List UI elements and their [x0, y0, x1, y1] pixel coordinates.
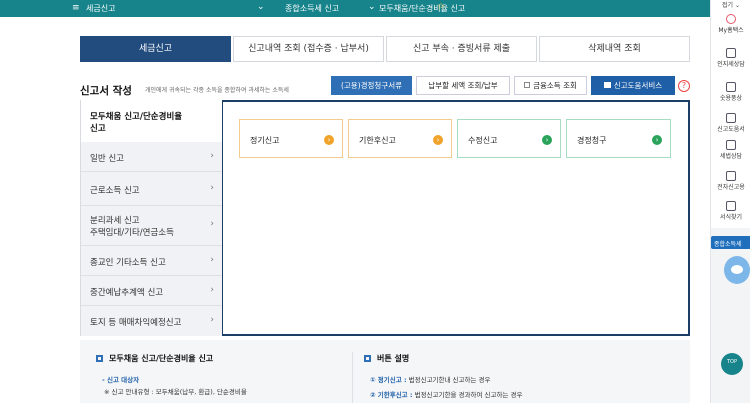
chevron-right-icon: ›: [210, 219, 214, 229]
info-right-title: 버튼 설명: [364, 353, 409, 364]
quick-menu-panel: 접기 ⌄ My홈택스 인지세상담 숫용풍상 신고도움서 세법상담 전자신고용 서…: [711, 0, 750, 228]
breadcrumb-tax-filing[interactable]: 세금신고: [86, 3, 115, 14]
info-right-line-2: ② 기한후신고 : 법정신고기한을 경과하여 신고하는 경우: [370, 391, 523, 399]
quick-item-2[interactable]: 인지세상담: [711, 48, 750, 68]
scroll-top-button[interactable]: TOP: [721, 353, 743, 375]
document-icon: [726, 48, 736, 58]
menu-icon[interactable]: ≡: [72, 3, 80, 13]
filing-type-menu: 모두채움 신고/단순경비율 신고 일반 신고 › 근로소득 신고 › 분리과세 신고…: [80, 100, 224, 336]
quick-item-7[interactable]: 서식찾기: [711, 201, 750, 221]
section-title: 신고서 작성: [80, 85, 132, 97]
income-tax-shortcut-button[interactable]: 종합소득세: [711, 236, 750, 249]
quick-my-hometax[interactable]: My홈택스: [711, 14, 750, 34]
breadcrumb-current-page: 모두채움/단순경비율 신고: [379, 4, 466, 13]
help-icon[interactable]: ?: [678, 80, 690, 92]
chevron-right-icon: ›: [210, 151, 214, 161]
favorite-star-icon[interactable]: ☆: [437, 2, 445, 12]
arrow-right-icon: ›: [433, 135, 443, 145]
play-icon: [726, 171, 736, 181]
financial-income-inquiry-button[interactable]: 금융소득 조회: [514, 76, 587, 95]
chevron-down-icon[interactable]: ⌄: [368, 2, 376, 12]
employment-claim-button[interactable]: (고용)경정청구서류: [331, 76, 412, 95]
regular-filing-card[interactable]: 정기신고 ›: [239, 119, 343, 158]
tab-tax-filing[interactable]: 세금신고: [80, 36, 231, 62]
video-icon: [726, 82, 736, 92]
menu-item-land-sale[interactable]: 토지 등 매매차익예정신고 ›: [81, 306, 224, 336]
quick-item-5[interactable]: 세법상담: [711, 140, 750, 160]
amended-filing-card[interactable]: 수정신고 ›: [457, 119, 561, 158]
menu-item-interim[interactable]: 중간예납추계액 신고 ›: [81, 276, 224, 306]
chat-icon: [726, 140, 736, 150]
quick-item-4[interactable]: 신고도움서: [711, 113, 750, 133]
late-filing-card[interactable]: 기한후신고 ›: [348, 119, 452, 158]
info-left-title: 모두채움 신고/단순경비율 신고: [96, 353, 213, 364]
chevron-right-icon: ›: [210, 315, 214, 325]
info-right-line-1: ① 정기신고 : 법정신고기한내 신고하는 경우: [370, 376, 491, 384]
arrow-right-icon: ›: [542, 135, 552, 145]
fold-button[interactable]: 접기 ⌄: [711, 0, 750, 9]
tax-payment-inquiry-button[interactable]: 납부할 세액 조회/납부: [416, 76, 510, 95]
arrow-right-icon: ›: [324, 135, 334, 145]
menu-item-general[interactable]: 일반 신고 ›: [81, 142, 224, 172]
top-navigation-bar: ≡ 세금신고 ⌄ 종합소득세 신고 ⌄ 모두채움/단순경비율 신고 ☆: [0, 0, 710, 17]
section-description: 개인에게 귀속되는 각종 소득을 종합하여 과세하는 소득세: [145, 87, 289, 94]
tab-filing-history[interactable]: 신고내역 조회 (접수증 · 납부서): [233, 36, 384, 62]
guide-icon: [726, 113, 736, 123]
book-icon: [603, 82, 611, 88]
right-quick-sidebar: 접기 ⌄ My홈택스 인지세상담 숫용풍상 신고도움서 세법상담 전자신고용 서…: [710, 0, 750, 403]
chevron-right-icon: ›: [210, 183, 214, 193]
menu-item-prefilled[interactable]: 모두채움 신고/단순경비율 신고: [81, 100, 224, 142]
square-bullet-icon: [364, 355, 371, 362]
chevron-right-icon: ›: [210, 285, 214, 295]
tab-document-submit[interactable]: 신고 부속 · 증빙서류 제출: [386, 36, 537, 62]
mascot-chatbot-icon[interactable]: [724, 256, 750, 284]
info-left-subtitle: - 신고 대상자: [102, 376, 140, 384]
info-left-item: ※ 신고 안내유형 : 모두채움(납부, 환급), 단순경비율: [104, 388, 247, 396]
menu-item-separate-tax[interactable]: 분리과세 신고 주택임대/기타/연금소득 ›: [81, 206, 224, 246]
chevron-down-icon[interactable]: ⌄: [257, 2, 265, 12]
correction-claim-card[interactable]: 경정청구 ›: [566, 119, 671, 158]
arrow-right-icon: ›: [652, 135, 662, 145]
breadcrumb-income-tax[interactable]: 종합소득세 신고: [285, 3, 339, 14]
search-icon: [726, 201, 736, 211]
menu-item-religious[interactable]: 종교인 기타소득 신고 ›: [81, 246, 224, 276]
user-icon: [726, 14, 736, 24]
quick-item-3[interactable]: 숫용풍상: [711, 82, 750, 102]
square-bullet-icon: [96, 355, 103, 362]
filing-help-service-button[interactable]: 신고도움서비스: [591, 76, 675, 95]
chevron-right-icon: ›: [210, 255, 214, 265]
quick-item-6[interactable]: 전자신고용: [711, 171, 750, 191]
checkbox-icon: [524, 82, 531, 88]
tab-deleted-history[interactable]: 삭제내역 조회: [539, 36, 690, 62]
info-divider: [352, 352, 353, 403]
menu-item-earned-income[interactable]: 근로소득 신고 ›: [81, 172, 224, 206]
